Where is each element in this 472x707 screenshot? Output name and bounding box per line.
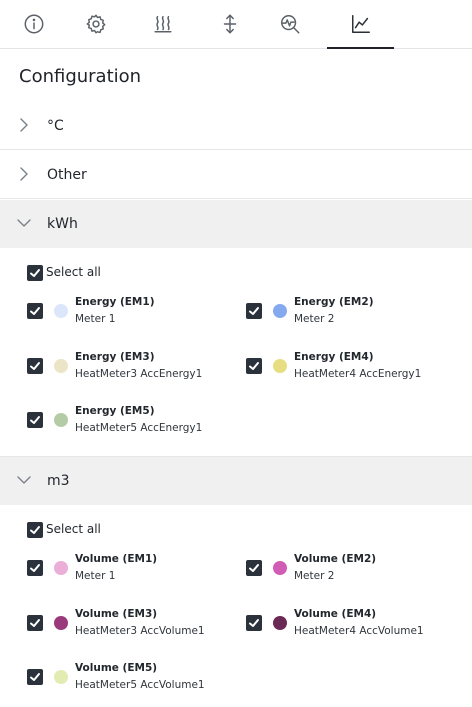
accordion-label: m3 <box>47 473 70 489</box>
search-activity-icon <box>280 15 299 34</box>
series-checkbox[interactable] <box>246 615 262 631</box>
series-name: Volume (EM3) <box>75 608 158 620</box>
series-source: Meter 2 <box>294 570 335 582</box>
chart-icon <box>351 15 370 33</box>
tab-adjust[interactable] <box>196 0 263 48</box>
series-item: Energy (EM1) Meter 1 <box>27 296 247 334</box>
accordion-m3[interactable]: m3 <box>0 457 472 505</box>
tab-bar <box>0 0 472 49</box>
tab-heating[interactable] <box>129 0 196 48</box>
series-color-swatch <box>273 359 287 373</box>
series-source: Meter 1 <box>75 313 116 325</box>
series-checkbox[interactable] <box>246 303 262 319</box>
series-item: Energy (EM2) Meter 2 <box>246 296 466 334</box>
chevron-down-icon <box>16 215 32 231</box>
series-checkbox[interactable] <box>27 303 43 319</box>
accordion-label: °C <box>47 117 64 134</box>
series-source: HeatMeter4 AccEnergy1 <box>294 368 422 380</box>
series-checkbox[interactable] <box>27 358 43 374</box>
select-all-label: Select all <box>46 265 101 279</box>
series-source: HeatMeter3 AccEnergy1 <box>75 368 203 380</box>
series-name: Volume (EM5) <box>75 662 158 674</box>
tab-settings[interactable] <box>62 0 129 48</box>
tab-chart[interactable] <box>327 0 394 49</box>
check-icon <box>249 362 259 370</box>
series-source: HeatMeter5 AccEnergy1 <box>75 422 203 434</box>
series-checkbox[interactable] <box>27 669 43 685</box>
series-checkbox[interactable] <box>246 560 262 576</box>
check-icon <box>249 619 259 627</box>
page-title: Configuration <box>19 66 142 87</box>
check-icon <box>30 673 40 681</box>
check-icon <box>30 362 40 370</box>
series-name: Energy (EM4) <box>294 351 374 363</box>
series-item: Energy (EM5) HeatMeter5 AccEnergy1 <box>27 405 247 443</box>
series-source: Meter 2 <box>294 313 335 325</box>
series-color-swatch <box>54 359 68 373</box>
accordion-other[interactable]: Other <box>0 151 472 199</box>
series-name: Energy (EM5) <box>75 405 155 417</box>
series-color-swatch <box>273 304 287 318</box>
series-color-swatch <box>54 304 68 318</box>
series-name: Energy (EM2) <box>294 296 374 308</box>
select-all-label: Select all <box>46 522 101 536</box>
chevron-right-icon <box>16 117 32 133</box>
accordion-label: kWh <box>47 216 78 232</box>
tab-diagnostics[interactable] <box>256 0 323 48</box>
check-icon <box>30 307 40 315</box>
series-name: Volume (EM4) <box>294 608 377 620</box>
accordion-kwh[interactable]: kWh <box>0 200 472 248</box>
check-icon <box>30 619 40 627</box>
accordion-celsius[interactable]: °C <box>0 102 472 150</box>
check-icon <box>30 269 40 277</box>
gear-icon <box>86 14 105 34</box>
check-icon <box>30 526 40 534</box>
series-name: Energy (EM3) <box>75 351 155 363</box>
series-item: Volume (EM1) Meter 1 <box>27 553 247 591</box>
tab-info[interactable] <box>0 0 67 48</box>
series-item: Energy (EM4) HeatMeter4 AccEnergy1 <box>246 351 466 389</box>
series-source: HeatMeter4 AccVolume1 <box>294 625 424 637</box>
series-color-swatch <box>54 413 68 427</box>
check-icon <box>249 564 259 572</box>
series-name: Volume (EM1) <box>75 553 158 565</box>
check-icon <box>30 564 40 572</box>
series-checkbox[interactable] <box>27 560 43 576</box>
series-name: Energy (EM1) <box>75 296 155 308</box>
series-color-swatch <box>273 616 287 630</box>
series-item: Volume (EM2) Meter 2 <box>246 553 466 591</box>
series-checkbox[interactable] <box>27 412 43 428</box>
series-checkbox[interactable] <box>246 358 262 374</box>
series-source: Meter 1 <box>75 570 116 582</box>
series-checkbox[interactable] <box>27 615 43 631</box>
chevron-right-icon <box>16 166 32 182</box>
info-icon <box>24 14 43 34</box>
series-color-swatch <box>273 561 287 575</box>
vertical-arrows-icon <box>223 14 236 34</box>
series-source: HeatMeter3 AccVolume1 <box>75 625 205 637</box>
series-item: Volume (EM3) HeatMeter3 AccVolume1 <box>27 608 247 646</box>
series-color-swatch <box>54 616 68 630</box>
chevron-down-icon <box>16 472 32 488</box>
series-item: Energy (EM3) HeatMeter3 AccEnergy1 <box>27 351 247 389</box>
series-color-swatch <box>54 670 68 684</box>
series-item: Volume (EM5) HeatMeter5 AccVolume1 <box>27 662 247 700</box>
heat-icon <box>153 15 172 33</box>
series-source: HeatMeter5 AccVolume1 <box>75 679 205 691</box>
series-color-swatch <box>54 561 68 575</box>
check-icon <box>30 416 40 424</box>
select-all-checkbox-m3[interactable] <box>27 522 43 538</box>
select-all-checkbox-kwh[interactable] <box>27 265 43 281</box>
check-icon <box>249 307 259 315</box>
series-item: Volume (EM4) HeatMeter4 AccVolume1 <box>246 608 466 646</box>
accordion-label: Other <box>47 166 87 183</box>
series-name: Volume (EM2) <box>294 553 377 565</box>
